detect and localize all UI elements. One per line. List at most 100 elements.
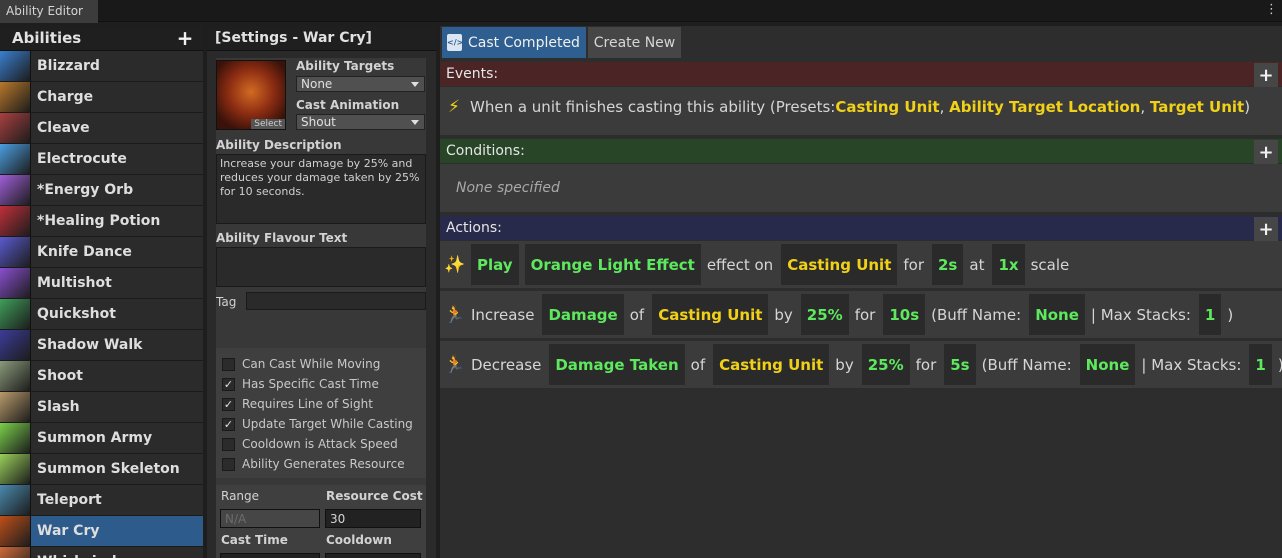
- ability-item[interactable]: Shoot: [0, 361, 203, 392]
- ability-item[interactable]: Charge: [0, 82, 203, 113]
- kebab-menu-icon[interactable]: ⋮: [1265, 2, 1278, 17]
- description-label: Ability Description: [216, 138, 342, 152]
- option-checkbox-row[interactable]: ✓ Requires Line of Sight: [222, 395, 373, 413]
- ability-item[interactable]: *Healing Potion: [0, 206, 203, 237]
- action-param-chip[interactable]: Casting Unit: [713, 344, 830, 385]
- ability-item[interactable]: Slash: [0, 392, 203, 423]
- window-tab[interactable]: Ability Editor: [0, 0, 98, 23]
- action-param-chip[interactable]: Casting Unit: [652, 294, 769, 335]
- option-checkbox-row[interactable]: Can Cast While Moving: [222, 355, 380, 373]
- range-input: N/A: [220, 509, 320, 528]
- ability-item[interactable]: Summon Skeleton: [0, 454, 203, 485]
- action-param-chip[interactable]: 5s: [944, 344, 976, 385]
- action-row[interactable]: 🏃 Increase Damage of Casting Unit by 25% for 10s…: [440, 291, 1282, 338]
- action-param-chip[interactable]: 1x: [992, 244, 1025, 285]
- action-param-chip[interactable]: Damage: [542, 294, 624, 335]
- action-text: by: [835, 355, 854, 374]
- ability-item[interactable]: War Cry: [0, 516, 203, 547]
- action-param-chip[interactable]: Orange Light Effect: [524, 244, 701, 285]
- action-text: for: [854, 305, 876, 324]
- ability-targets-label: Ability Targets: [296, 59, 395, 73]
- action-text: (Buff Name:: [931, 305, 1022, 324]
- action-text: for: [915, 355, 937, 374]
- checkbox-unchecked[interactable]: [222, 457, 235, 471]
- tab-create-new[interactable]: Create New: [588, 27, 681, 58]
- chevron-down-icon: [411, 82, 419, 87]
- ability-item-label: War Cry: [37, 523, 100, 539]
- checkbox-checked[interactable]: ✓: [222, 377, 235, 391]
- add-condition-button[interactable]: +: [1254, 140, 1278, 164]
- checkbox-checked[interactable]: ✓: [222, 417, 235, 431]
- action-text: of: [690, 355, 706, 374]
- settings-panel: [Settings - War Cry] Select Ability Targ…: [207, 26, 436, 558]
- conditions-body: None specified: [440, 164, 1282, 212]
- action-param-chip[interactable]: None: [1029, 294, 1085, 335]
- action-text: Increase: [471, 305, 535, 324]
- option-checkbox-row[interactable]: ✓ Update Target While Casting: [222, 415, 413, 433]
- ability-item[interactable]: Cleave: [0, 113, 203, 144]
- action-param-chip[interactable]: 25%: [861, 344, 910, 385]
- description-textarea[interactable]: Increase your damage by 25% and reduces …: [216, 154, 426, 224]
- ability-portrait[interactable]: Select: [216, 60, 286, 130]
- ability-item-label: Shoot: [37, 368, 83, 384]
- action-param-chip[interactable]: 2s: [932, 244, 964, 285]
- add-action-button[interactable]: +: [1254, 217, 1278, 241]
- checkbox-unchecked[interactable]: [222, 437, 235, 451]
- ability-item-label: Charge: [37, 89, 94, 105]
- option-checkbox-row[interactable]: Ability Generates Resource: [222, 455, 405, 473]
- action-param-chip[interactable]: Damage Taken: [549, 344, 685, 385]
- action-param-chip[interactable]: Play: [471, 244, 519, 285]
- option-checkbox-row[interactable]: ✓ Has Specific Cast Time: [222, 375, 379, 393]
- action-param-chip[interactable]: 1: [1198, 294, 1222, 335]
- settings-title: [Settings - War Cry]: [207, 26, 436, 51]
- cooldown-input[interactable]: 3: [325, 553, 421, 558]
- action-param-chip[interactable]: Casting Unit: [781, 244, 898, 285]
- preset-ability-target-location[interactable]: Ability Target Location: [949, 98, 1140, 116]
- ability-icon: [0, 330, 31, 360]
- action-param-chip[interactable]: 25%: [800, 294, 849, 335]
- event-description[interactable]: ⚡ When a unit finishes casting this abil…: [444, 97, 1250, 117]
- ability-item[interactable]: *Energy Orb: [0, 175, 203, 206]
- ability-targets-dropdown[interactable]: None: [296, 76, 425, 92]
- checkbox-label: Update Target While Casting: [242, 417, 413, 431]
- action-param-chip[interactable]: 1: [1249, 344, 1272, 385]
- ability-icon: [0, 144, 31, 174]
- action-param-chip[interactable]: None: [1079, 344, 1136, 385]
- ability-item[interactable]: Multishot: [0, 268, 203, 299]
- cooldown-label: Cooldown: [326, 533, 392, 547]
- ability-item[interactable]: Blizzard: [0, 51, 203, 82]
- ability-item[interactable]: Electrocute: [0, 144, 203, 175]
- tag-label: Tag: [216, 295, 237, 309]
- ability-item[interactable]: Summon Army: [0, 423, 203, 454]
- checkbox-label: Has Specific Cast Time: [242, 377, 379, 391]
- checkbox-unchecked[interactable]: [222, 357, 235, 371]
- action-text: for: [903, 255, 924, 274]
- ability-item[interactable]: Teleport: [0, 485, 203, 516]
- cast-animation-dropdown[interactable]: Shout: [296, 114, 425, 130]
- ability-icon: [0, 51, 31, 81]
- portrait-select-button[interactable]: Select: [251, 119, 285, 129]
- action-param-chip[interactable]: 10s: [883, 294, 926, 335]
- preset-casting-unit[interactable]: Casting Unit: [835, 98, 939, 116]
- add-ability-button[interactable]: +: [174, 26, 196, 50]
- action-text: at: [969, 255, 985, 274]
- option-checkbox-row[interactable]: Cooldown is Attack Speed: [222, 435, 398, 453]
- ability-item[interactable]: Whirlwind: [0, 547, 203, 558]
- resource-cost-input[interactable]: 30: [325, 509, 421, 528]
- preset-target-unit[interactable]: Target Unit: [1150, 98, 1244, 116]
- add-event-button[interactable]: +: [1254, 63, 1278, 87]
- checkbox-checked[interactable]: ✓: [222, 397, 235, 411]
- tab-cast-completed[interactable]: </> Cast Completed: [442, 27, 586, 58]
- tag-input[interactable]: [246, 292, 426, 310]
- action-row[interactable]: 🏃 Decrease Damage Taken of Casting Unit by 25%…: [440, 341, 1282, 388]
- flavour-textarea[interactable]: [216, 247, 426, 287]
- ability-item[interactable]: Quickshot: [0, 299, 203, 330]
- ability-item[interactable]: Shadow Walk: [0, 330, 203, 361]
- options-checkbox-group: Can Cast While Moving ✓ Has Specific Cast …: [216, 348, 426, 478]
- ability-item[interactable]: Knife Dance: [0, 237, 203, 268]
- cast-time-input[interactable]: 0: [220, 553, 320, 558]
- action-row[interactable]: ✨ Play Orange Light Effect effect on Casting…: [440, 241, 1282, 288]
- ability-icon: [0, 516, 31, 546]
- cast-time-label: Cast Time: [221, 533, 288, 547]
- ability-icon: [0, 485, 31, 515]
